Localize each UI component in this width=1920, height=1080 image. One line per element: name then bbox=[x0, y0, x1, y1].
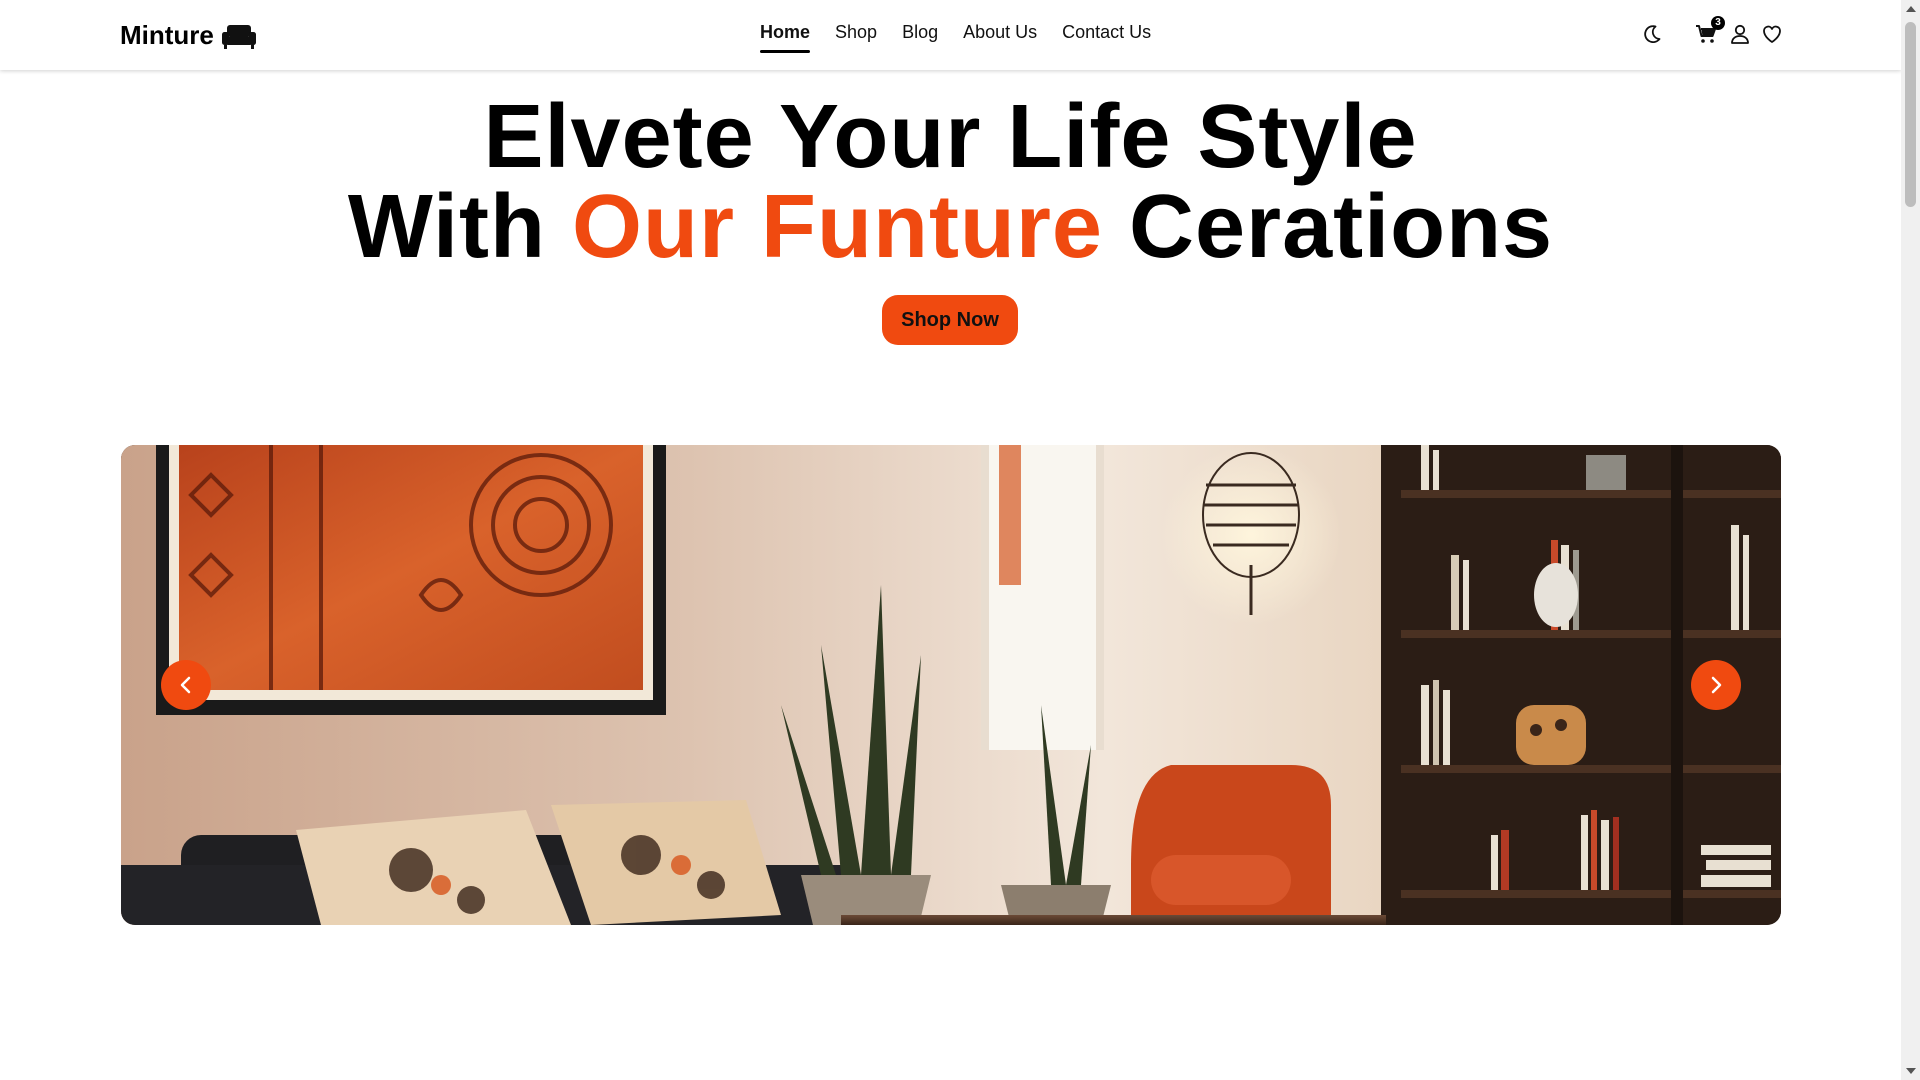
user-icon[interactable] bbox=[1728, 22, 1752, 46]
brand-name: Minture bbox=[120, 20, 214, 50]
chevron-left-icon bbox=[180, 676, 191, 694]
chevron-right-icon bbox=[1711, 676, 1722, 694]
heart-icon[interactable] bbox=[1760, 22, 1784, 46]
page: Minture Home Shop Blog About Us Contact … bbox=[0, 0, 1901, 1080]
navbar: Minture Home Shop Blog About Us Contact … bbox=[0, 0, 1901, 70]
moon-icon[interactable] bbox=[1640, 22, 1664, 46]
hero-carousel bbox=[121, 445, 1781, 925]
scroll-up-arrow-icon[interactable] bbox=[1906, 6, 1916, 12]
living-room-image bbox=[121, 445, 1781, 925]
scrollbar-thumb[interactable] bbox=[1905, 22, 1916, 207]
scroll-down-arrow-icon[interactable] bbox=[1906, 1068, 1916, 1074]
nav-icons: 3 bbox=[1640, 16, 1790, 48]
nav-link-about[interactable]: About Us bbox=[963, 22, 1037, 53]
hero-line-2-prefix: With bbox=[347, 177, 573, 277]
carousel-next-button[interactable] bbox=[1691, 660, 1741, 710]
sofa-icon bbox=[221, 23, 256, 49]
nav-link-blog[interactable]: Blog bbox=[902, 22, 938, 53]
hero-line-2-suffix: Cerations bbox=[1102, 177, 1554, 277]
brand-logo[interactable]: Minture bbox=[120, 20, 256, 51]
hero-title-line-2: With Our Funture Cerations bbox=[0, 182, 1901, 272]
hero-title-line-1: Elvete Your Life Style bbox=[483, 87, 1418, 187]
nav-link-shop[interactable]: Shop bbox=[835, 22, 877, 53]
page-scrollbar[interactable] bbox=[1901, 0, 1920, 1080]
cart-count-badge: 3 bbox=[1711, 16, 1725, 30]
carousel-prev-button[interactable] bbox=[161, 660, 211, 710]
shop-now-button[interactable]: Shop Now bbox=[882, 295, 1018, 345]
hero-line-2-accent: Our Funture bbox=[572, 177, 1103, 277]
cart-icon[interactable]: 3 bbox=[1695, 16, 1725, 46]
nav-link-contact[interactable]: Contact Us bbox=[1062, 22, 1151, 53]
main-nav: Home Shop Blog About Us Contact Us bbox=[760, 22, 1151, 53]
nav-link-home[interactable]: Home bbox=[760, 22, 811, 53]
